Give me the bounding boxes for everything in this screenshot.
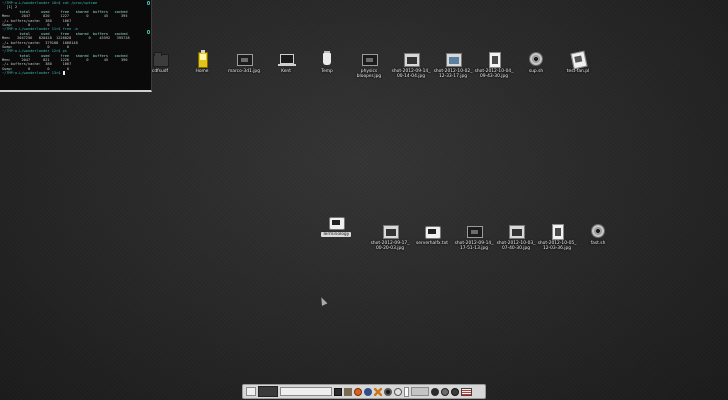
folder-icon: [152, 51, 169, 67]
desktop-icon-label: sup.sh: [528, 69, 544, 74]
terminal-scroll-indicator-2[interactable]: [147, 30, 150, 34]
desktop-icon-cdfsudf[interactable]: cdfsudf: [138, 51, 182, 74]
desktop-icon-label: shot-2012-09-17_ 00-20-03.jpg: [370, 241, 410, 251]
desktop-icon-home[interactable]: Home: [180, 50, 224, 74]
window-button[interactable]: [258, 386, 278, 397]
taskbar: [242, 384, 486, 399]
desktop-icon-serverhalfx[interactable]: serverhalfx.txt: [410, 223, 454, 246]
desktop-icon-shot-2012-09-14b[interactable]: shot-2012-09-14_ 17-51-13.jpg: [452, 223, 496, 251]
screenshot-icon: [549, 223, 565, 240]
settings-icon[interactable]: [364, 387, 372, 396]
desktop-icon-test-fan[interactable]: test-fan.pl: [556, 50, 600, 74]
desktop-icon-shot-2012-10-03[interactable]: shot-2012-10-03_ 07-40-30.jpg: [494, 223, 538, 251]
home-icon: [194, 50, 210, 68]
battery-icon[interactable]: [404, 386, 409, 397]
tray-spacer: [411, 387, 429, 396]
desktop-icon-label: shot-2012-10-05_ 12-03-36.jpg: [537, 241, 577, 251]
desktop-icon-shot-2012-10-05[interactable]: shot-2012-10-05_ 12-03-36.jpg: [535, 223, 579, 251]
desktop-icon-terminology[interactable]: Terminology: [314, 214, 358, 237]
desktop-icon-label: fast.sh: [590, 241, 606, 246]
terminal-line: Mem: 2047 820 1227 0 45 395: [2, 14, 128, 19]
screenshot-icon: [382, 223, 399, 239]
screenshot-icon: [466, 223, 483, 239]
desktop-icon-shot-2012-09-14[interactable]: shot-2012-09-14_ 00-14-04.jpg: [389, 51, 433, 79]
file-manager-icon[interactable]: [344, 387, 352, 396]
text-file-icon: [424, 223, 441, 239]
image-file-icon: [361, 51, 378, 67]
terminal-window[interactable]: ~/TMP:o.L/wonderlander 10>$ cat /proc/up…: [0, 0, 152, 92]
image-file-icon: [236, 51, 253, 67]
trash-icon: [319, 51, 335, 67]
desktop-icon-label: cdfsudf: [151, 69, 169, 74]
terminal-icon: [328, 214, 345, 230]
desktop-icon-label: shot-2012-10-03_ 07-40-30.jpg: [496, 241, 536, 251]
screenshot-icon: [445, 51, 462, 67]
screenshot-icon: [403, 51, 420, 67]
gear-icon[interactable]: [384, 387, 392, 396]
media-icon[interactable]: [394, 387, 402, 396]
network-icon[interactable]: [441, 387, 449, 396]
desktop-icon-label: Temp: [321, 69, 333, 74]
terminal-line: Mem: 2047256 820428 1226828 0 45592 3957…: [2, 36, 130, 41]
desktop-icon-label: Kent: [281, 69, 291, 74]
desktop-icon-kent[interactable]: Kent: [264, 51, 308, 74]
terminal-scroll-indicator[interactable]: [147, 1, 150, 5]
taskbar-window-list[interactable]: [280, 387, 332, 396]
desktop-icon-label: shot-2012-10-04_ 09-43-30.jpg: [474, 69, 514, 79]
desktop-icon-label: physics blooper.jpg: [356, 69, 382, 79]
terminal-prompt-line[interactable]: ~/TMP:o.L/wonderlander 13>$: [2, 71, 149, 76]
close-icon[interactable]: [374, 387, 382, 396]
desktop-icon-shot-2012-10-04[interactable]: shot-2012-10-04_ 09-43-30.jpg: [472, 51, 516, 79]
desktop-icon-fast-sh[interactable]: fast.sh: [576, 223, 620, 246]
flag-icon[interactable]: [461, 387, 472, 396]
script-icon: [570, 50, 588, 70]
start-button[interactable]: [246, 387, 256, 396]
script-gear-icon: [590, 223, 606, 239]
desktop-icon-temp[interactable]: Temp: [305, 51, 349, 74]
desktop-icon-label: Home: [195, 69, 209, 74]
desktop-icon-shot-2012-10-02[interactable]: shot-2012-10-02_ 12-33-17.jpg: [431, 51, 475, 79]
desktop-icon-label: shot-2012-09-14_ 00-14-04.jpg: [391, 69, 431, 79]
desktop-icon-physics-blooper[interactable]: physics blooper.jpg: [347, 51, 391, 79]
script-gear-icon: [528, 51, 544, 67]
volume-icon[interactable]: [431, 387, 439, 396]
desktop-icon-label: marco-3d1.jpg: [227, 69, 260, 74]
desktop-icon-sup-sh[interactable]: sup.sh: [514, 51, 558, 74]
clock-icon[interactable]: [451, 387, 459, 396]
desktop-icon-marco-3d1[interactable]: marco-3d1.jpg: [222, 51, 266, 74]
terminal-launcher-icon[interactable]: [334, 387, 342, 396]
screenshot-icon: [486, 51, 502, 68]
terminal-cursor: [62, 71, 65, 76]
screenshot-icon: [508, 223, 525, 239]
desktop-icon-shot-2012-09-17[interactable]: shot-2012-09-17_ 00-20-03.jpg: [368, 223, 412, 251]
desktop-icon-label: shot-2012-10-02_ 12-33-17.jpg: [433, 69, 473, 79]
browser-icon[interactable]: [354, 387, 362, 396]
desktop-icon-label: serverhalfx.txt: [415, 241, 449, 246]
desktop-icon-label: Terminology: [320, 232, 352, 237]
desktop-icon-label: test-fan.pl: [566, 69, 590, 74]
computer-icon: [278, 51, 296, 67]
terminal-prompt: ~/TMP:o.L/wonderlander 13>$: [2, 71, 63, 76]
desktop-icon-label: shot-2012-09-14_ 17-51-13.jpg: [454, 241, 494, 251]
